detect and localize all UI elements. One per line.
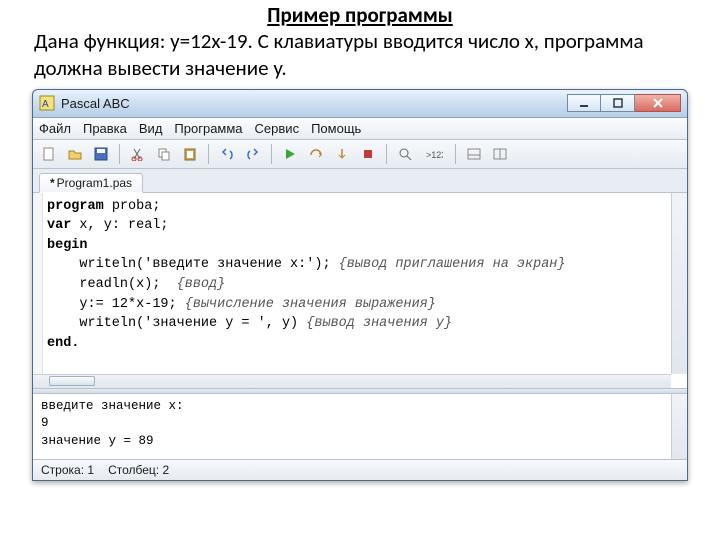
file-tab[interactable]: *Program1.pas xyxy=(39,173,143,193)
svg-text:>123: >123 xyxy=(426,150,443,160)
slide-body: Дана функция: y=12x-19. С клавиатуры вво… xyxy=(34,28,686,81)
status-col: Столбец: 2 xyxy=(108,463,169,477)
menu-edit[interactable]: Правка xyxy=(83,121,127,136)
undo-button[interactable] xyxy=(216,143,238,165)
cut-button[interactable] xyxy=(127,143,149,165)
stop-button[interactable] xyxy=(357,143,379,165)
menu-help[interactable]: Помощь xyxy=(311,121,361,136)
slide-title: Пример программы xyxy=(34,2,686,28)
modified-indicator: * xyxy=(50,176,55,190)
panel2-button[interactable] xyxy=(489,143,511,165)
redo-button[interactable] xyxy=(242,143,264,165)
window-title: Pascal ABC xyxy=(61,96,130,111)
app-icon: A xyxy=(39,95,55,111)
file-tab-label: Program1.pas xyxy=(57,176,132,190)
copy-button[interactable] xyxy=(153,143,175,165)
save-button[interactable] xyxy=(90,143,112,165)
titlebar: A Pascal ABC xyxy=(33,90,687,118)
step-into-button[interactable] xyxy=(331,143,353,165)
code-content: program proba; var x, y: real; begin wri… xyxy=(47,197,669,372)
editor-gutter xyxy=(33,193,43,374)
status-row: Строка: 1 xyxy=(41,463,94,477)
tabbar: *Program1.pas xyxy=(33,169,687,193)
run-button[interactable] xyxy=(279,143,301,165)
step-over-button[interactable] xyxy=(305,143,327,165)
hscroll-thumb[interactable] xyxy=(49,376,95,386)
paste-button[interactable] xyxy=(179,143,201,165)
svg-text:A: A xyxy=(42,99,49,110)
menu-service[interactable]: Сервис xyxy=(255,121,300,136)
statusbar: Строка: 1 Столбец: 2 xyxy=(33,460,687,480)
eval-button[interactable] xyxy=(394,143,416,165)
app-window: A Pascal ABC Файл Правка Вид Программа С… xyxy=(32,89,688,481)
minimize-button[interactable] xyxy=(567,94,601,112)
panel1-button[interactable] xyxy=(463,143,485,165)
toolbar: >123 xyxy=(33,140,687,169)
menu-view[interactable]: Вид xyxy=(139,121,163,136)
window-controls xyxy=(567,94,681,112)
menu-file[interactable]: Файл xyxy=(39,121,71,136)
editor-hscrollbar[interactable] xyxy=(33,374,671,388)
output-toggle-button[interactable]: >123 xyxy=(420,143,448,165)
output-panel: введите значение x: 9 значение y = 89 xyxy=(33,394,687,460)
close-button[interactable] xyxy=(635,94,681,112)
maximize-button[interactable] xyxy=(601,94,635,112)
output-vscrollbar[interactable] xyxy=(671,394,687,459)
editor-vscrollbar[interactable] xyxy=(671,193,687,374)
code-editor[interactable]: program proba; var x, y: real; begin wri… xyxy=(33,193,687,389)
new-file-button[interactable] xyxy=(38,143,60,165)
menubar: Файл Правка Вид Программа Сервис Помощь xyxy=(33,118,687,140)
open-button[interactable] xyxy=(64,143,86,165)
menu-program[interactable]: Программа xyxy=(174,121,242,136)
